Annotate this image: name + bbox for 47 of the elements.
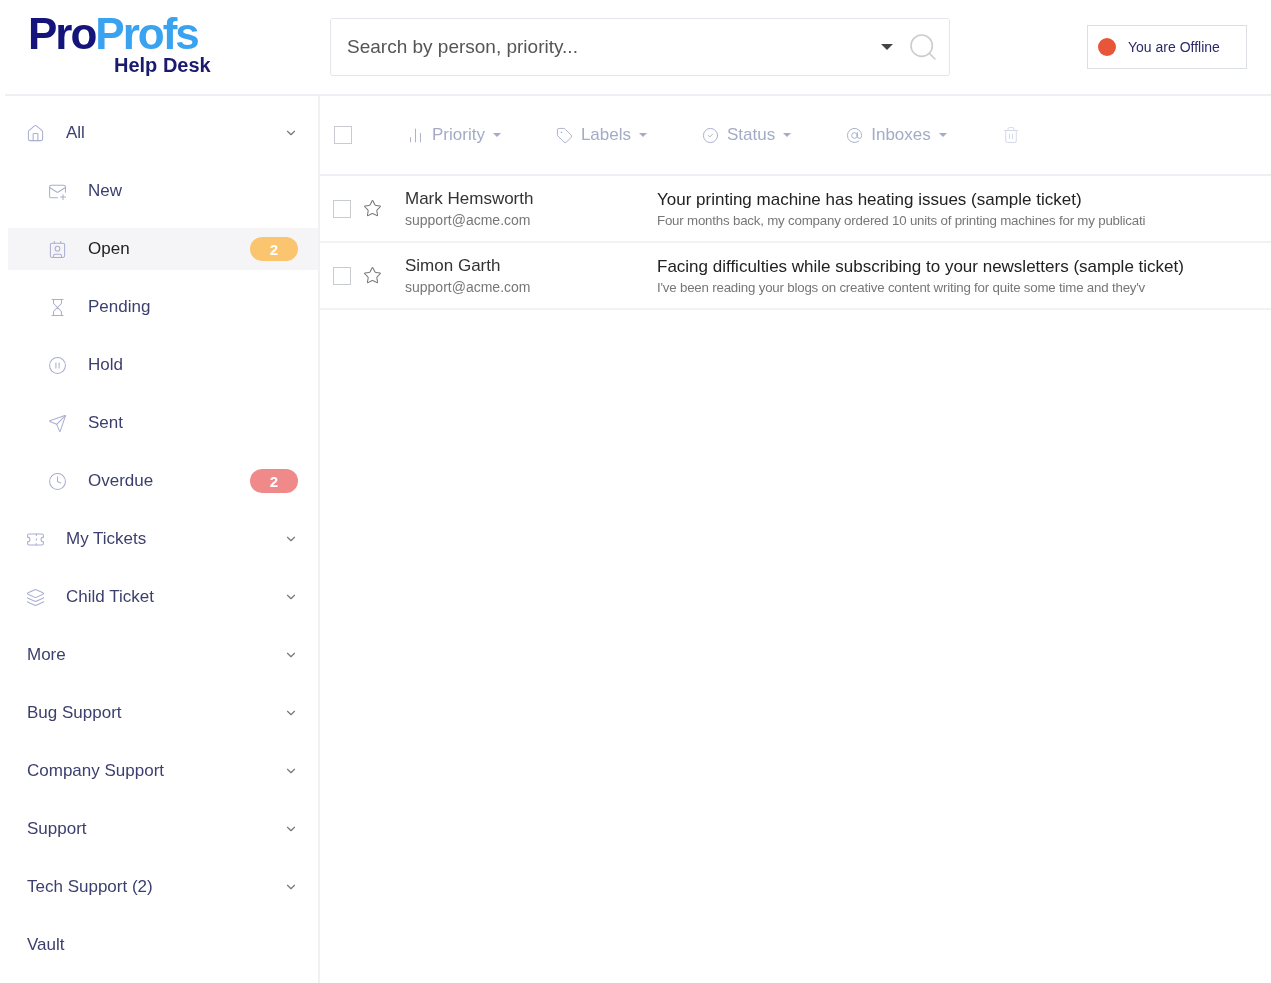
select-all-checkbox[interactable]	[334, 126, 352, 144]
ticket-row[interactable]: Simon Garth support@acme.com Facing difficulties while subscribing to your newsletters (sample ticket) I've been reading your blogs on creative content writing for quite some time and they'v	[320, 243, 1271, 310]
ticket-preview: I've been reading your blogs on creative content writing for quite some time and they'v	[657, 279, 1147, 295]
sidebar-item[interactable]: Overdue 2	[8, 460, 318, 502]
bar-chart-icon	[407, 126, 424, 144]
home-icon	[26, 123, 45, 143]
star-icon[interactable]	[363, 199, 382, 218]
at-icon	[846, 126, 864, 144]
row-checkbox[interactable]	[333, 199, 351, 218]
sidebar-item[interactable]: Tech Support (2)	[8, 866, 318, 908]
row-checkbox[interactable]	[333, 266, 351, 285]
hourglass-icon	[48, 297, 67, 317]
ticket-subject[interactable]: Facing difficulties while subscribing to your newsletters (sample ticket)	[657, 256, 1271, 277]
requester-email: support@acme.com	[405, 212, 532, 228]
sidebar-item[interactable]: My Tickets	[8, 518, 318, 560]
sidebar-item[interactable]: More	[8, 634, 318, 676]
clock-icon	[48, 471, 67, 491]
count-badge: 2	[250, 469, 298, 493]
sidebar-item[interactable]: Bug Support	[8, 692, 318, 734]
sidebar-item[interactable]: Open 2	[8, 228, 318, 270]
sidebar-item[interactable]: Support	[8, 808, 318, 850]
sidebar-item[interactable]: Pending	[8, 286, 318, 328]
requester-name: Simon Garth	[405, 256, 502, 276]
status-button[interactable]: You are Offline	[1087, 25, 1247, 69]
pause-icon	[48, 355, 67, 375]
check-circle-icon	[702, 126, 719, 144]
contact-icon	[48, 239, 67, 259]
sidebar-item[interactable]: Sent	[8, 402, 318, 444]
sidebar-item[interactable]: Vault	[8, 924, 318, 966]
sidebar-item[interactable]: All	[8, 112, 318, 154]
requester-name: Mark Hemsworth	[405, 189, 535, 209]
ticket-subject[interactable]: Your printing machine has heating issues (sample ticket)	[657, 189, 1271, 210]
sidebar-item[interactable]: Child Ticket	[8, 576, 318, 618]
ticket-preview: Four months back, my company ordered 10 units of printing machines for my publicati	[657, 212, 1147, 228]
layers-icon	[26, 587, 45, 607]
sidebar-item[interactable]: Company Support	[8, 750, 318, 792]
send-icon	[48, 413, 67, 433]
requester-email: support@acme.com	[405, 279, 532, 295]
dropdown-caret-icon[interactable]	[881, 44, 893, 50]
count-badge: 2	[250, 237, 298, 261]
star-icon[interactable]	[363, 266, 382, 285]
tag-icon	[555, 126, 573, 144]
logo: ProProfs Help Desk	[27, 19, 212, 75]
search-bar[interactable]: Search by person, priority...	[330, 18, 950, 76]
sidebar-item[interactable]: Hold	[8, 344, 318, 386]
sidebar-item[interactable]: New	[8, 170, 318, 212]
ticket-row[interactable]: Mark Hemsworth support@acme.com Your printing machine has heating issues (sample ticket) Four months back, my company ordered 10 units of printing machines for my publicati	[320, 176, 1271, 243]
